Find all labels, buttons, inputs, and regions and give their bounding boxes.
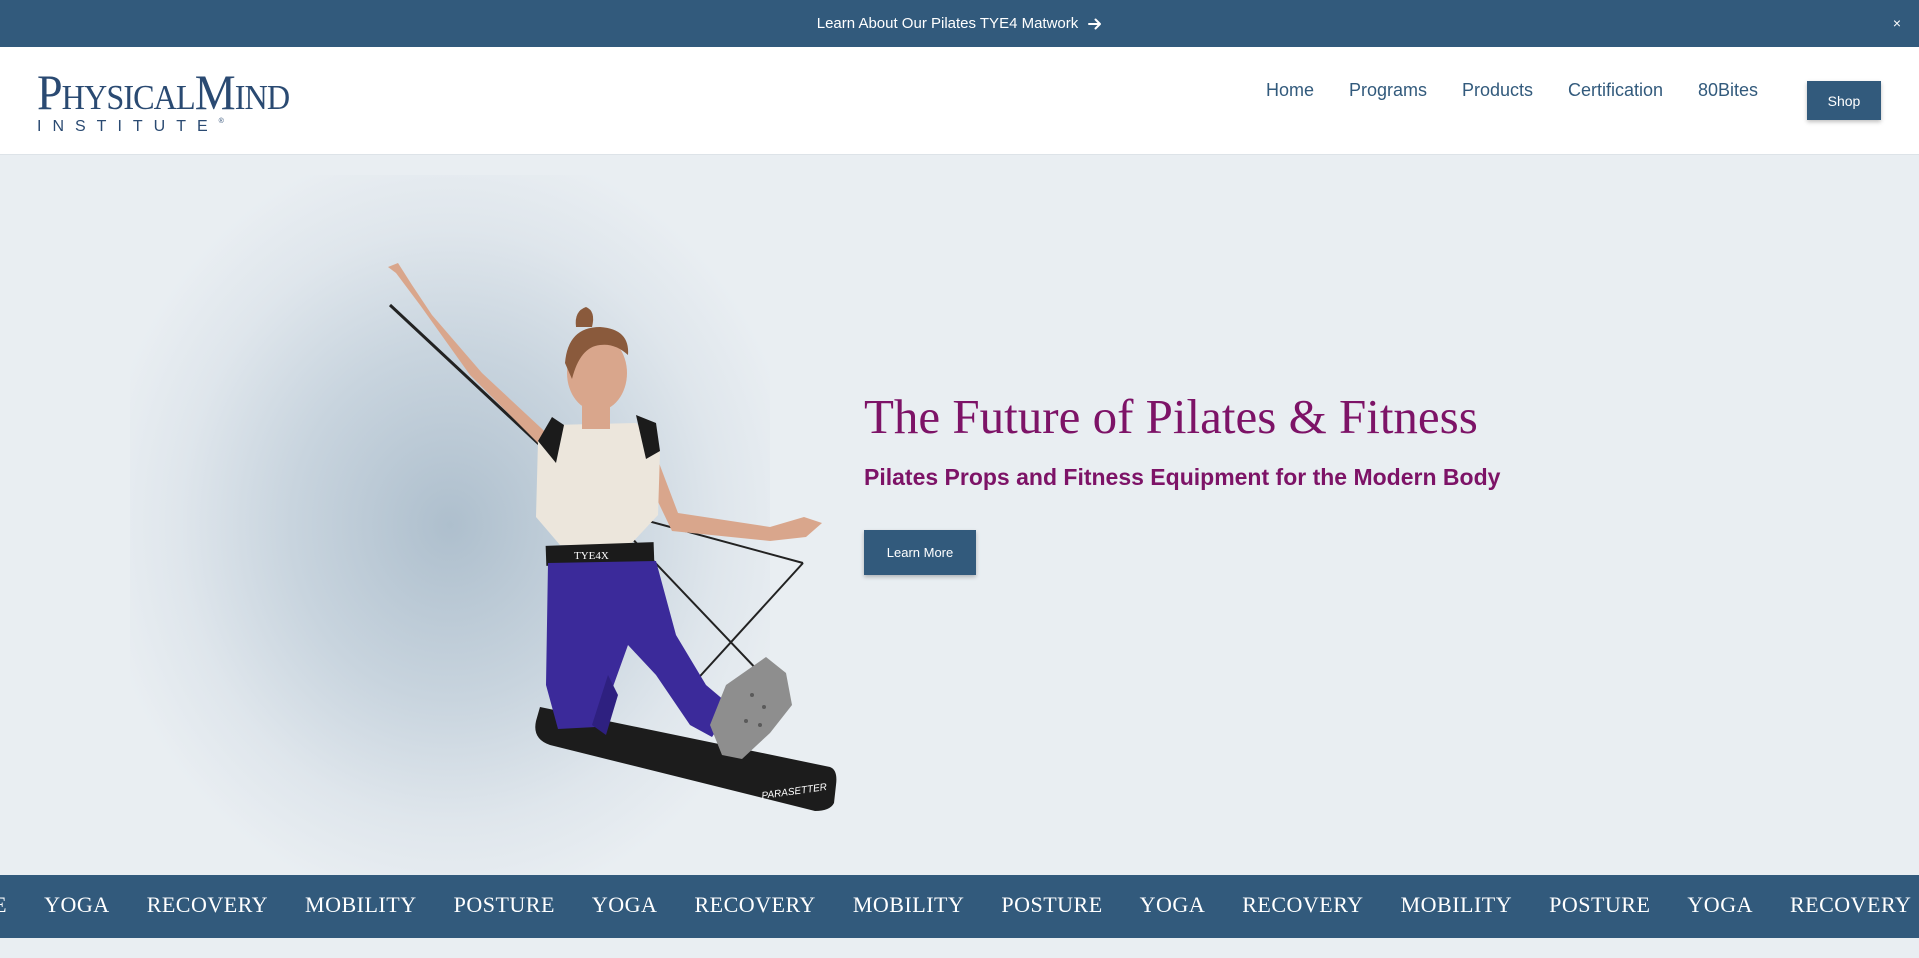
ticker-item: YOGA (1687, 892, 1753, 917)
next-section (0, 938, 1919, 958)
nav-80bites[interactable]: 80Bites (1698, 80, 1758, 101)
nav-products[interactable]: Products (1462, 80, 1533, 101)
ticker-item: RECOVERY (694, 892, 816, 917)
hero-image: PARASETTER TYE4X (388, 263, 837, 811)
hero-title: The Future of Pilates & Fitness (864, 389, 1478, 444)
logo-wordmark: PhysicalMind (37, 64, 290, 120)
svg-text:TYE4X: TYE4X (574, 550, 609, 562)
ticker-item: RECOVERY (146, 892, 269, 917)
ticker-item: RECOVERY (1789, 892, 1912, 917)
nav-certification[interactable]: Certification (1568, 80, 1663, 101)
hero-section: PARASETTER TYE4X The Future of Pilates &… (0, 155, 1919, 875)
announcement-text: Learn About Our Pilates TYE4 Matwork (816, 15, 1079, 32)
ticker-item: POSTURE (1549, 892, 1651, 917)
announcement-link[interactable]: Learn About Our Pilates TYE4 Matwork (817, 15, 1103, 32)
brand-logo[interactable]: PhysicalMind INSTITUTE® (37, 64, 290, 138)
close-icon[interactable]: × (1893, 13, 1901, 33)
ticker-item: MOBILITY (852, 892, 965, 917)
nav-home[interactable]: Home (1266, 80, 1314, 101)
ticker-item: RE (0, 892, 7, 918)
announcement-bar: Learn About Our Pilates TYE4 Matwork × (0, 0, 1919, 47)
arrow-right-icon (1088, 18, 1102, 29)
learn-more-button[interactable]: Learn More (864, 530, 976, 575)
ticker-item: RECOVERY (1242, 892, 1364, 917)
category-ticker: RE YOGA RECOVERY MOBILITY POSTURE YOGA RECOVER… (0, 875, 1919, 938)
ticker-item: MOBILITY (305, 892, 417, 917)
site-header: PhysicalMind INSTITUTE® Home Programs Pr… (0, 47, 1919, 155)
ticker-item: POSTURE (453, 892, 555, 917)
ticker-item: YOGA (591, 892, 658, 917)
shop-button[interactable]: Shop (1807, 81, 1881, 120)
ticker-item: POSTURE (1001, 892, 1103, 917)
ticker-track: RE YOGA RECOVERY MOBILITY POSTURE YOGA RECOVER… (0, 892, 1919, 918)
hero-subtitle: Pilates Props and Fitness Equipment for … (864, 464, 1501, 490)
ticker-item: YOGA (44, 892, 110, 917)
ticker-item: YOGA (1139, 892, 1206, 917)
logo-subtitle: INSTITUTE® (37, 118, 224, 135)
nav-programs[interactable]: Programs (1349, 80, 1427, 101)
ticker-item: MOBILITY (1400, 892, 1513, 917)
